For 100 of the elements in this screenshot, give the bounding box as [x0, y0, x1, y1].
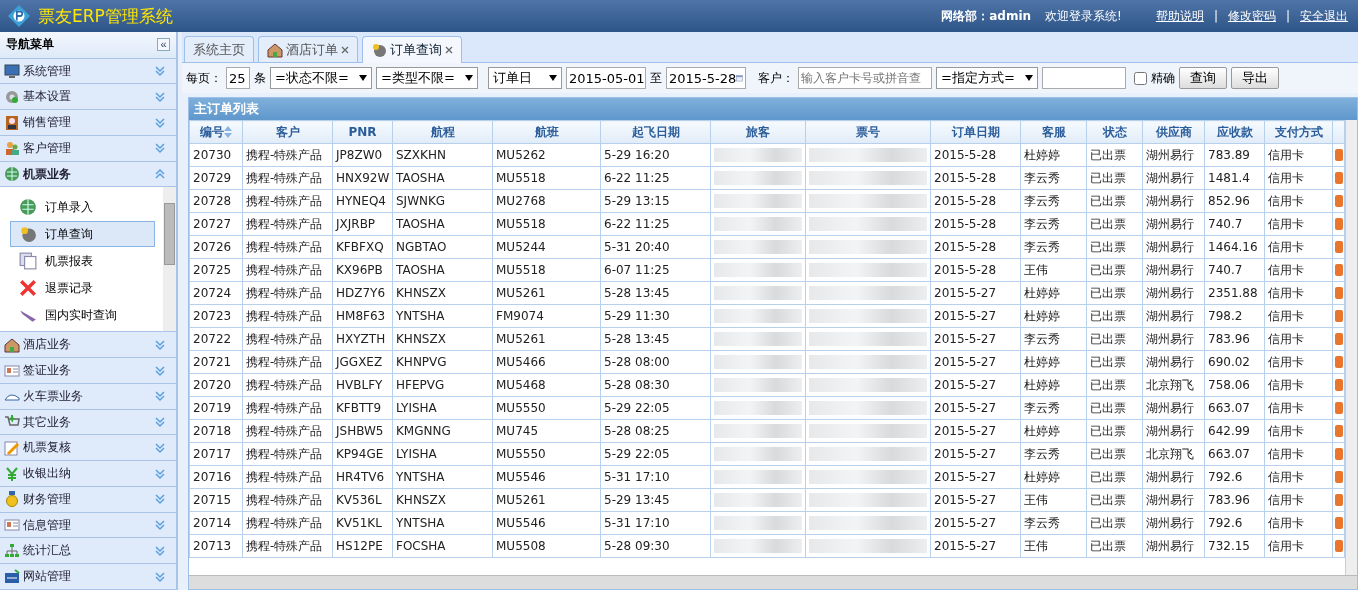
sidebar-section[interactable]: 其它业务	[0, 409, 176, 436]
chevron-down-icon[interactable]	[154, 338, 166, 351]
chevron-down-icon[interactable]	[154, 544, 166, 557]
toolbar-button[interactable]: 导出	[1231, 67, 1279, 89]
exact-checkbox[interactable]	[1134, 71, 1147, 85]
action-icon[interactable]	[1335, 517, 1343, 529]
user-label: 网络部：admin	[941, 7, 1032, 25]
sidebar-section[interactable]: 基本设置	[0, 84, 176, 111]
customer-field[interactable]: 输入客户卡号或拼音查	[798, 67, 932, 89]
column-header: 航班	[492, 120, 601, 144]
action-icon[interactable]	[1335, 218, 1343, 230]
table-cell: 信用卡	[1264, 281, 1333, 305]
close-icon[interactable]	[445, 46, 453, 54]
table-cell: 杜婷婷	[1020, 373, 1087, 397]
close-icon[interactable]	[341, 45, 349, 54]
table-cell: 5-28 08:00	[600, 350, 711, 374]
sidebar-section[interactable]: 火车票业务	[0, 384, 176, 410]
action-icon[interactable]	[1335, 333, 1343, 345]
toolbar-button[interactable]: 查询	[1179, 67, 1227, 89]
page-size-field[interactable]: 25	[226, 67, 250, 89]
chevron-down-icon[interactable]	[154, 441, 166, 454]
sidebar-section[interactable]: 签证业务	[0, 358, 176, 384]
sidebar-item[interactable]: 退票记录	[10, 275, 155, 302]
dropdown[interactable]: =指定方式=	[936, 67, 1038, 89]
sidebar-section[interactable]: 酒店业务	[0, 332, 176, 359]
table-cell: 李云秀	[1020, 511, 1087, 535]
table-cell: 杜婷婷	[1020, 304, 1087, 328]
sidebar-section[interactable]: 机票业务	[0, 161, 176, 188]
table-cell: 20721	[189, 350, 243, 374]
table-cell: 信用卡	[1264, 327, 1333, 351]
header-link[interactable]: 帮助说明	[1155, 7, 1204, 25]
sidebar-section[interactable]: 客户管理	[0, 136, 176, 162]
action-icon[interactable]	[1335, 241, 1343, 253]
action-icon[interactable]	[1335, 425, 1343, 437]
chevron-down-icon[interactable]	[154, 390, 166, 403]
chevron-down-icon[interactable]	[154, 570, 166, 583]
header-link[interactable]: 修改密码	[1227, 7, 1276, 25]
column-header: 起飞日期	[600, 120, 711, 144]
dropdown[interactable]: =状态不限=	[270, 67, 372, 89]
chevron-down-icon[interactable]	[154, 493, 166, 506]
chevron-down-icon[interactable]	[154, 116, 166, 129]
chevron-down-icon[interactable]	[154, 519, 166, 532]
table-cell: 20725	[189, 258, 243, 282]
sidebar-item[interactable]: 机票报表	[10, 248, 155, 275]
calendar-icon[interactable]	[736, 72, 743, 84]
table-cell: 携程-特殊产品	[242, 511, 333, 535]
table-cell: HDZ7Y6	[332, 281, 393, 305]
sidebar-item[interactable]: 订单录入	[10, 194, 155, 221]
app-title: 票友ERP管理系统	[38, 4, 174, 28]
sidebar-section[interactable]: 收银出纳	[0, 461, 176, 487]
action-icon[interactable]	[1335, 356, 1343, 368]
action-icon[interactable]	[1335, 264, 1343, 276]
table-cell: 湖州易行	[1142, 166, 1205, 190]
table-cell: 信用卡	[1264, 396, 1333, 420]
tab[interactable]: 系统主页	[184, 36, 254, 62]
table-cell: 5-31 17:10	[600, 465, 711, 489]
tab[interactable]: 订单查询	[362, 36, 462, 63]
sidebar-section[interactable]: 统计汇总	[0, 538, 176, 565]
chevron-down-icon[interactable]	[154, 142, 166, 155]
date-field[interactable]: 2015-5-28	[666, 67, 746, 89]
dropdown[interactable]: 订单日	[488, 67, 562, 89]
action-icon[interactable]	[1335, 402, 1343, 414]
action-icon[interactable]	[1335, 287, 1343, 299]
sidebar-section[interactable]: 网站管理	[0, 564, 176, 590]
table-cell: 783.89	[1204, 143, 1265, 167]
action-icon[interactable]	[1335, 149, 1343, 161]
sidebar-section[interactable]: 信息管理	[0, 512, 176, 539]
action-icon[interactable]	[1335, 195, 1343, 207]
chevron-down-icon[interactable]	[154, 90, 166, 103]
table-cell: 1481.4	[1204, 166, 1265, 190]
action-icon[interactable]	[1335, 540, 1343, 552]
chevron-down-icon[interactable]	[154, 416, 166, 429]
action-icon[interactable]	[1335, 494, 1343, 506]
action-icon[interactable]	[1335, 448, 1343, 460]
sidebar-item[interactable]: 订单查询	[10, 221, 155, 248]
chevron-down-icon[interactable]	[154, 364, 166, 377]
action-icon[interactable]	[1335, 379, 1343, 391]
action-icon[interactable]	[1335, 172, 1343, 184]
chevron-up-icon[interactable]	[154, 168, 166, 181]
table-cell: MU5468	[492, 373, 601, 397]
dropdown[interactable]: =类型不限=	[376, 67, 478, 89]
sidebar-section[interactable]: 机票复核	[0, 435, 176, 462]
sidebar-item[interactable]: 国内实时查询	[10, 302, 155, 329]
chevron-down-icon[interactable]	[154, 65, 166, 78]
sidebar-section[interactable]: 财务管理	[0, 487, 176, 513]
sidebar-section[interactable]: 系统管理	[0, 58, 176, 85]
sidebar-section[interactable]: 销售管理	[0, 110, 176, 136]
column-header[interactable]: 编号	[189, 120, 243, 144]
tab[interactable]: 酒店订单	[258, 36, 358, 62]
date-field[interactable]: 2015-05-01	[566, 67, 646, 89]
action-icon[interactable]	[1335, 471, 1343, 483]
table-cell: MU5244	[492, 235, 601, 259]
sort-icon[interactable]	[224, 126, 232, 138]
input-field[interactable]	[1042, 67, 1126, 89]
header-link[interactable]: 安全退出	[1300, 7, 1348, 25]
chevron-down-icon[interactable]	[154, 467, 166, 480]
card-icon	[4, 517, 20, 534]
collapse-button[interactable]: «	[157, 38, 170, 52]
globe-icon	[19, 198, 37, 217]
action-icon[interactable]	[1335, 310, 1343, 322]
